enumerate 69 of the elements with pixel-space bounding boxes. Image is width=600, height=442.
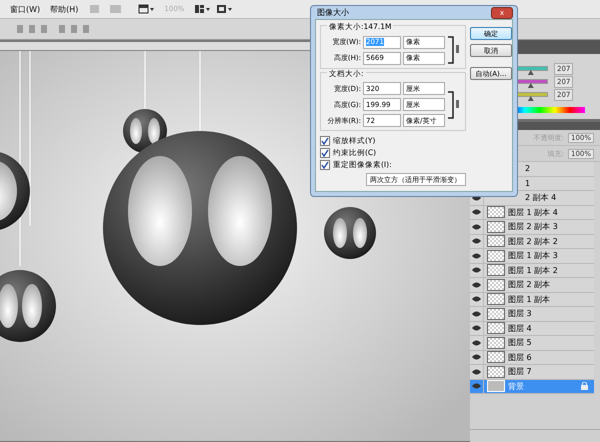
eye-icon[interactable] — [472, 238, 481, 244]
layer-name: 图层 1 副本 2 — [508, 264, 558, 276]
layer-row[interactable]: 图层 1 副本 — [470, 292, 594, 307]
slider-thumb[interactable] — [528, 70, 534, 75]
menu-item[interactable]: 帮助(H) — [50, 4, 78, 14]
layer-row[interactable]: 图层 2 副本 2 — [470, 234, 594, 249]
screen-mode-icon[interactable] — [138, 4, 154, 14]
layer-thumbnail — [487, 293, 505, 306]
layer-name: 图层 2 副本 3 — [508, 221, 558, 232]
eye-icon[interactable] — [472, 310, 481, 317]
layer-name: 图层 1 副本 4 — [508, 206, 558, 218]
layer-row[interactable]: 图层 2 副本 — [470, 278, 594, 292]
layer-thumbnail — [487, 278, 505, 291]
layer-row[interactable]: 图层 4 — [470, 322, 594, 336]
layer-thumbnail — [487, 322, 505, 334]
screen-mode-icon[interactable] — [216, 4, 232, 14]
layer-name: 图层 2 副本 — [508, 279, 550, 290]
layer-row[interactable]: 图层 1 副本 2 — [470, 264, 594, 278]
layer-name: 图层 7 — [508, 366, 532, 378]
eye-icon[interactable] — [472, 267, 481, 274]
link-bracket-icon — [447, 90, 461, 120]
layer-thumbnail — [487, 264, 505, 276]
menu-item[interactable]: 窗口(W) — [10, 4, 40, 14]
layer-name: 背景 — [508, 380, 524, 392]
eye-icon[interactable] — [472, 282, 481, 288]
eye-icon[interactable] — [472, 383, 481, 390]
eye-icon[interactable] — [472, 209, 481, 216]
layer-row[interactable]: 图层 1 副本 4 — [470, 206, 594, 220]
layer-name: 1 — [525, 178, 530, 188]
layer-thumbnail — [487, 235, 505, 248]
arrange-icon[interactable] — [194, 4, 210, 14]
layer-name: 图层 1 副本 — [508, 294, 550, 305]
layer-row[interactable]: 图层 2 副本 3 — [470, 220, 594, 234]
layer-thumbnail — [487, 206, 505, 218]
eye-icon[interactable] — [472, 224, 481, 230]
layer-thumbnail — [487, 366, 505, 378]
layer-row[interactable]: 图层 1 副本 3 — [470, 249, 594, 264]
layer-row[interactable]: 图层 6 — [470, 350, 594, 365]
layer-thumbnail — [487, 220, 505, 233]
slider-thumb[interactable] — [528, 83, 534, 88]
layer-thumbnail — [487, 250, 505, 262]
layer-row[interactable]: 图层 3 — [470, 307, 594, 322]
slider-thumb[interactable] — [528, 96, 534, 101]
layer-name: 图层 1 副本 3 — [508, 250, 558, 262]
layer-thumbnail — [487, 351, 505, 364]
checkbox[interactable] — [320, 136, 330, 146]
layer-row[interactable]: 图层 5 — [470, 336, 594, 350]
layer-thumbnail — [487, 308, 505, 320]
layer-name: 图层 2 副本 2 — [508, 236, 558, 247]
eye-icon[interactable] — [472, 354, 481, 360]
eye-icon[interactable] — [472, 296, 481, 302]
layer-name: 图层 3 — [508, 308, 532, 320]
dialog-title: 图像大小 — [317, 7, 349, 18]
layer-thumbnail — [487, 380, 505, 392]
layer-name: 图层 6 — [508, 352, 532, 363]
link-bracket-icon — [447, 35, 461, 65]
layer-row[interactable]: 图层 7 — [470, 365, 594, 380]
layer-name: 2 — [525, 164, 530, 174]
layer-thumbnail — [487, 336, 505, 349]
eye-icon[interactable] — [472, 340, 481, 346]
layer-name: 图层 4 — [508, 322, 532, 334]
checkbox[interactable] — [320, 160, 330, 170]
lock-icon — [581, 382, 588, 390]
eye-icon[interactable] — [472, 252, 481, 259]
eye-icon[interactable] — [472, 368, 481, 375]
checkbox[interactable] — [320, 148, 330, 158]
eye-icon[interactable] — [472, 325, 481, 332]
layer-name: 图层 5 — [508, 337, 532, 348]
layer-name: 2 副本 4 — [525, 192, 556, 204]
